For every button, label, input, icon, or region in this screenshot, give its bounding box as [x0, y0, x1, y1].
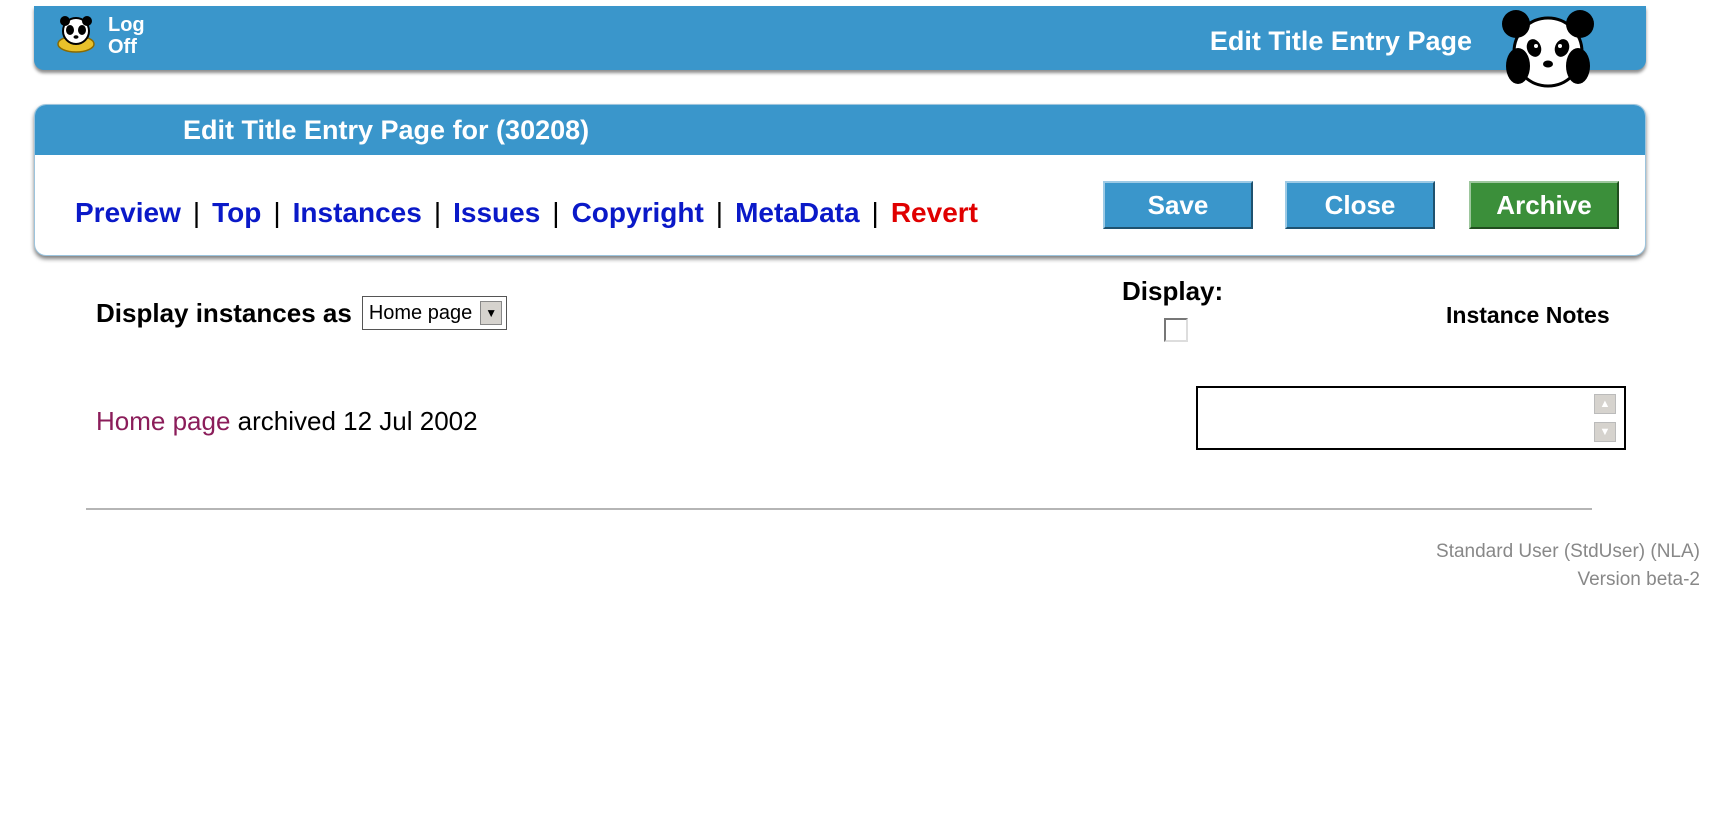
nav-top[interactable]: Top — [212, 197, 261, 228]
nav-separator: | — [552, 197, 560, 228]
logoff-line2: Off — [108, 36, 137, 58]
display-instances-select[interactable]: Home page ▼ — [361, 296, 508, 330]
page-title: Edit Title Entry Page — [1209, 26, 1472, 56]
display-instances-selected: Home page — [368, 301, 473, 324]
edit-panel-heading: Edit Title Entry Page for (30208) — [35, 105, 1645, 155]
footer: Standard User (StdUser) (NLA) Version be… — [1436, 538, 1700, 594]
instance-archived-text: archived 12 Jul 2002 — [237, 406, 478, 436]
chevron-down-icon[interactable]: ▼ — [480, 301, 503, 325]
display-instances-row: Display instances as Home page ▼ — [96, 296, 508, 330]
divider — [86, 508, 1592, 510]
nav-separator: | — [871, 197, 879, 228]
display-instances-label: Display instances as — [96, 297, 352, 328]
display-checkbox[interactable] — [1164, 318, 1188, 342]
instance-notes-label: Instance Notes — [1446, 302, 1610, 328]
nav-preview[interactable]: Preview — [75, 197, 181, 228]
top-bar: Log Off Edit Title Entry Page — [34, 6, 1646, 88]
footer-version: Version beta-2 — [1577, 569, 1700, 590]
nav-instances[interactable]: Instances — [293, 197, 422, 228]
scroll-up-icon[interactable]: ▲ — [1594, 394, 1616, 414]
instance-link[interactable]: Home page — [96, 406, 230, 436]
archive-button[interactable]: Archive — [1469, 181, 1619, 229]
nav-separator: | — [715, 197, 724, 228]
logoff-button[interactable]: Log Off — [54, 14, 145, 58]
nav-separator: | — [433, 197, 442, 228]
save-button[interactable]: Save — [1103, 181, 1253, 229]
nav-separator: | — [192, 197, 201, 228]
nav-issues[interactable]: Issues — [453, 197, 540, 228]
panda-logo-icon — [1502, 10, 1594, 88]
display-label: Display: — [1122, 276, 1224, 306]
instance-row: Home page archived 12 Jul 2002 — [96, 406, 478, 437]
logoff-label: Log Off — [108, 14, 145, 58]
footer-user: Standard User (StdUser) (NLA) — [1436, 541, 1700, 562]
scroll-down-icon[interactable]: ▼ — [1594, 422, 1616, 442]
nav-separator: | — [273, 197, 281, 228]
nav-metadata[interactable]: MetaData — [735, 197, 859, 228]
nav-copyright[interactable]: Copyright — [572, 197, 704, 228]
nav-links: Preview | Top | Instances | Issues | Copyright | M… — [75, 197, 978, 229]
close-button[interactable]: Close — [1285, 181, 1435, 229]
instance-notes-textarea[interactable]: ▲ ▼ — [1196, 386, 1626, 450]
edit-panel: Edit Title Entry Page for (30208) Previe… — [34, 104, 1646, 256]
panda-key-icon — [57, 16, 95, 53]
logoff-line1: Log — [108, 14, 145, 36]
nav-revert[interactable]: Revert — [891, 197, 978, 228]
